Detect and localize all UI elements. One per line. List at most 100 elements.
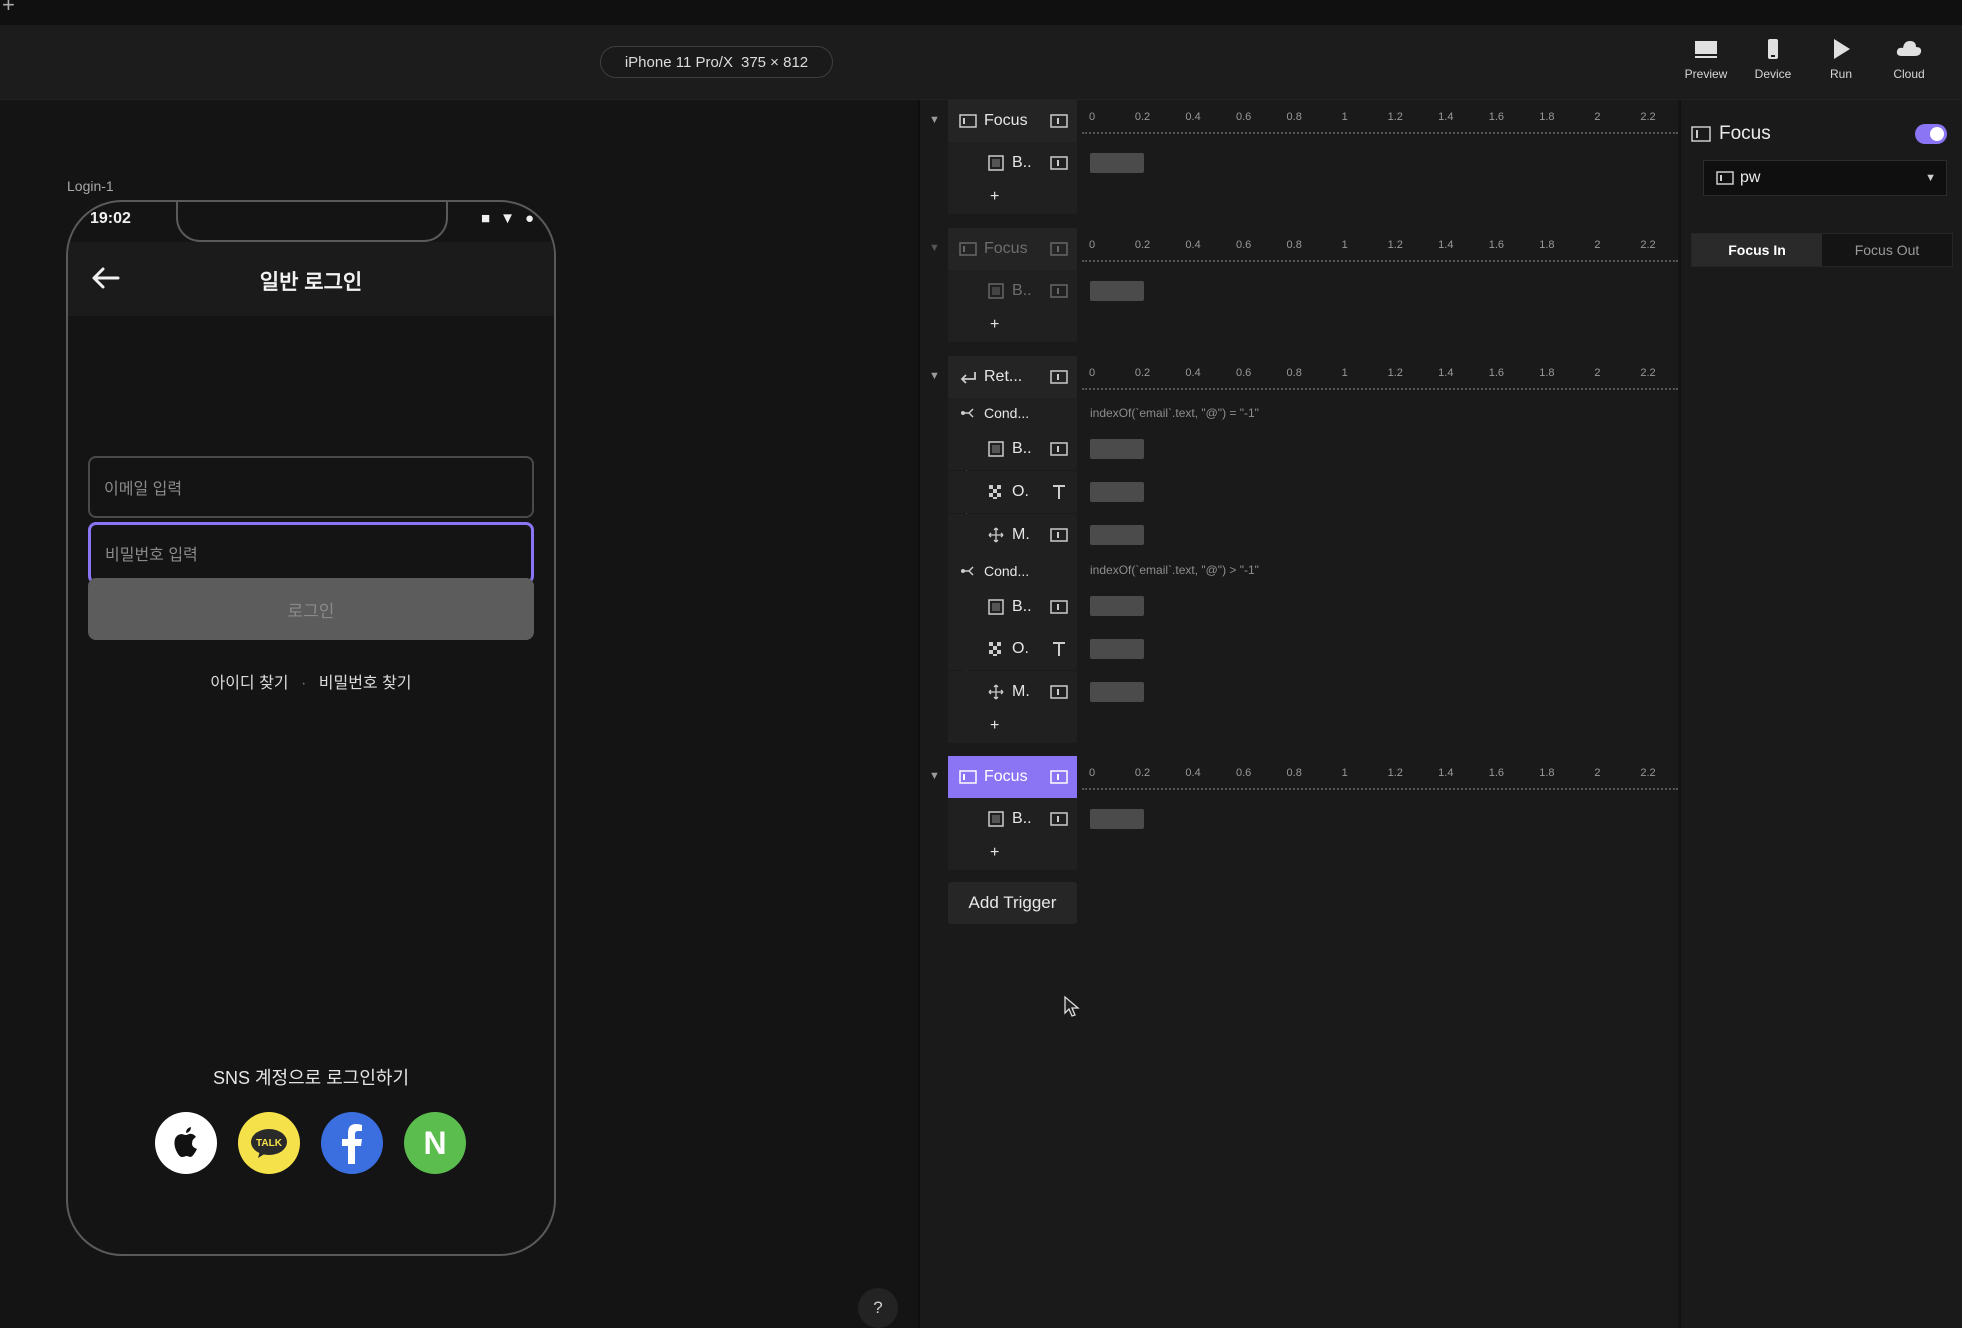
- find-links: 아이디 찾기 · 비밀번호 찾기: [68, 669, 554, 693]
- trigger-focus-1[interactable]: Focus: [948, 100, 1077, 142]
- frame-label[interactable]: Login-1: [67, 178, 114, 194]
- animation-bar[interactable]: [1090, 281, 1144, 301]
- add-action-row: +: [948, 184, 1077, 214]
- password-field[interactable]: 비밀번호 입력: [88, 522, 534, 584]
- trigger-label: Ret...: [984, 368, 1023, 385]
- top-strip: +: [0, 0, 1962, 25]
- time-tick-label: 0.4: [1185, 239, 1201, 251]
- trigger-label: Focus: [984, 112, 1028, 129]
- component-icon: [1049, 368, 1069, 386]
- add-action-row: +: [948, 840, 1077, 870]
- condition-expression[interactable]: indexOf(`email`.text, "@") = "-1": [1090, 406, 1259, 420]
- status-icons: ■ ▼ ●: [481, 210, 534, 227]
- time-ruler[interactable]: 0 0.2 0.4 0.6 0.8 1 1.2 1.4 1.6 1.8 2 2.2: [1082, 762, 1678, 792]
- kakao-login-button[interactable]: TALK: [238, 1112, 300, 1174]
- apple-login-button[interactable]: [155, 1112, 217, 1174]
- target-layer-value: pw: [1740, 169, 1761, 186]
- branch-icon: [958, 562, 978, 580]
- trigger-return[interactable]: Ret...: [948, 356, 1077, 398]
- animation-bar[interactable]: [1090, 639, 1144, 659]
- time-ruler[interactable]: 0 0.2 0.4 0.6 0.8 1 1.2 1.4 1.6 1.8 2 2.2: [1082, 234, 1678, 264]
- trigger-focus-2[interactable]: Focus: [948, 228, 1077, 270]
- action-label: B..: [1012, 282, 1032, 299]
- trigger-focus-selected[interactable]: Focus: [948, 756, 1077, 798]
- condition-expression[interactable]: indexOf(`email`.text, "@") > "-1": [1090, 563, 1259, 577]
- time-tick-label: 2.2: [1640, 239, 1656, 251]
- run-button[interactable]: Run: [1811, 37, 1871, 92]
- login-button[interactable]: 로그인: [88, 578, 534, 640]
- device-button[interactable]: Device: [1743, 37, 1803, 92]
- animation-bar[interactable]: [1090, 525, 1144, 545]
- action-row[interactable]: O.: [948, 471, 1077, 513]
- mouse-cursor-icon: [1064, 995, 1080, 1017]
- email-field[interactable]: 이메일 입력: [88, 456, 534, 518]
- add-action-button[interactable]: +: [990, 717, 999, 735]
- time-tick-label: 2: [1594, 767, 1601, 779]
- time-tick-label: 1.6: [1488, 111, 1505, 123]
- focus-in-option[interactable]: Focus In: [1692, 234, 1822, 266]
- design-canvas[interactable]: Login-1 19:02 ■ ▼ ● 일반 로그인 이메일 입력 비밀번호 입…: [0, 100, 918, 1328]
- animation-bar[interactable]: [1090, 482, 1144, 502]
- add-action-button[interactable]: +: [990, 188, 999, 206]
- find-password-link[interactable]: 비밀번호 찾기: [319, 675, 412, 692]
- add-trigger-button[interactable]: Add Trigger: [948, 882, 1077, 924]
- battery-icon: ●: [524, 210, 534, 227]
- preview-label: Preview: [1684, 67, 1728, 81]
- add-icon[interactable]: +: [2, 0, 15, 18]
- action-row[interactable]: B..: [948, 142, 1077, 184]
- animation-bar[interactable]: [1090, 682, 1144, 702]
- animation-bar[interactable]: [1090, 439, 1144, 459]
- action-row[interactable]: M.: [948, 514, 1077, 556]
- time-tick-label: 0.8: [1286, 111, 1302, 123]
- add-action-button[interactable]: +: [990, 844, 999, 862]
- time-tick-label: 1.6: [1488, 239, 1505, 251]
- time-tick-label: 0.6: [1235, 111, 1252, 123]
- collapse-caret[interactable]: ▼: [929, 242, 940, 254]
- animation-bar[interactable]: [1090, 596, 1144, 616]
- action-row[interactable]: B..: [948, 798, 1077, 840]
- time-ruler[interactable]: 0 0.2 0.4 0.6 0.8 1 1.2 1.4 1.6 1.8 2 2.2: [1082, 106, 1678, 136]
- time-tick-label: 0.8: [1286, 239, 1302, 251]
- animation-bar[interactable]: [1090, 153, 1144, 173]
- properties-title: Focus: [1719, 123, 1771, 144]
- text-icon: [1049, 640, 1069, 658]
- collapse-caret[interactable]: ▼: [929, 370, 940, 382]
- naver-login-button[interactable]: N: [404, 1112, 466, 1174]
- naver-icon: N: [404, 1112, 466, 1174]
- device-selector[interactable]: iPhone 11 Pro/X 375 × 812: [600, 46, 833, 78]
- find-id-link[interactable]: 아이디 찾기: [210, 675, 288, 692]
- collapse-caret[interactable]: ▼: [929, 770, 940, 782]
- action-row[interactable]: B..: [948, 586, 1077, 628]
- condition-row[interactable]: Cond...: [948, 556, 1077, 586]
- apple-icon: [174, 1127, 197, 1157]
- action-label: B..: [1012, 598, 1032, 615]
- time-tick-label: 0.2: [1134, 367, 1151, 379]
- collapse-caret[interactable]: ▼: [929, 114, 940, 126]
- time-tick-label: 1.4: [1438, 767, 1454, 779]
- time-ruler[interactable]: 0 0.2 0.4 0.6 0.8 1 1.2 1.4 1.6 1.8 2 2.2: [1082, 362, 1678, 392]
- action-row[interactable]: B..: [948, 428, 1077, 470]
- time-tick-label: 1: [1341, 111, 1348, 123]
- condition-row[interactable]: Cond...: [948, 398, 1077, 428]
- page-title: 일반 로그인: [259, 271, 363, 294]
- action-row[interactable]: M.: [948, 671, 1077, 713]
- animation-bar[interactable]: [1090, 809, 1144, 829]
- cloud-button[interactable]: Cloud: [1879, 37, 1939, 92]
- add-action-row: +: [948, 312, 1077, 342]
- target-layer-select[interactable]: pw ▼: [1703, 160, 1947, 196]
- time-tick-label: 1: [1341, 239, 1348, 251]
- action-row[interactable]: O.: [948, 628, 1077, 670]
- focus-out-option[interactable]: Focus Out: [1822, 234, 1952, 266]
- time-tick-label: 1.2: [1387, 767, 1403, 779]
- action-row[interactable]: B..: [948, 270, 1077, 312]
- help-button[interactable]: ?: [858, 1288, 898, 1328]
- preview-button[interactable]: Preview: [1676, 37, 1736, 92]
- time-tick-label: 1.2: [1387, 367, 1403, 379]
- facebook-login-button[interactable]: [321, 1112, 383, 1174]
- add-action-button[interactable]: +: [990, 316, 999, 334]
- time-tick-label: 1.8: [1539, 767, 1555, 779]
- trigger-label: Focus: [984, 240, 1028, 257]
- trigger-enabled-toggle[interactable]: [1915, 124, 1947, 144]
- return-icon: [958, 368, 978, 386]
- phone-frame[interactable]: 19:02 ■ ▼ ● 일반 로그인 이메일 입력 비밀번호 입력 로그인 아이…: [66, 200, 556, 1256]
